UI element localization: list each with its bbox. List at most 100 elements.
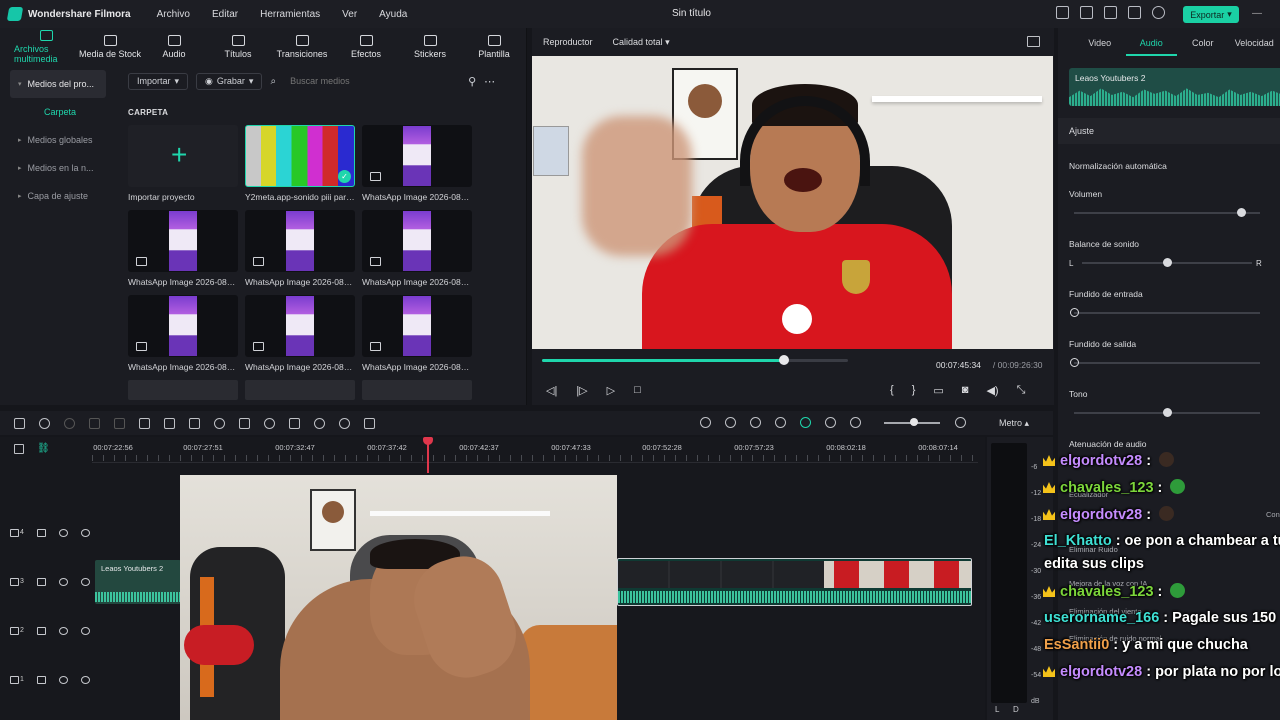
speaker-icon[interactable]	[58, 627, 68, 635]
section-ajuste[interactable]: Ajuste	[1058, 118, 1280, 144]
stabilize-icon[interactable]	[239, 417, 250, 429]
eye-icon[interactable]	[80, 578, 90, 586]
save-icon[interactable]	[1080, 6, 1093, 19]
time-ruler[interactable]: 00:07:22:56 00:07:27:51 00:07:32:47 00:07:3…	[92, 437, 978, 463]
prev-frame-icon[interactable]: ◁|	[546, 384, 557, 397]
tab-video[interactable]: Video	[1074, 38, 1126, 48]
media-item[interactable]: WhatsApp Image 2026-08-0...	[128, 210, 238, 291]
tab-stock[interactable]: Media de Stock	[78, 28, 142, 66]
fade-in-knob[interactable]	[1070, 308, 1079, 317]
layout-icon[interactable]	[1056, 6, 1069, 19]
render-icon[interactable]	[700, 417, 711, 428]
quality-select[interactable]: Calidad total ▾	[613, 37, 670, 48]
tab-color[interactable]: Color	[1177, 38, 1229, 48]
audio-clip[interactable]: Leaos Youtubers 2	[95, 560, 181, 604]
balance-slider[interactable]	[1082, 258, 1252, 267]
fit-icon[interactable]	[289, 417, 300, 429]
menu-herramientas[interactable]: Herramientas	[260, 9, 320, 20]
undo-icon[interactable]	[39, 417, 50, 429]
pitch-slider[interactable]	[1074, 408, 1260, 417]
stop-icon[interactable]: □	[634, 384, 641, 397]
pitch-knob[interactable]	[1163, 408, 1172, 417]
fullscreen-icon[interactable]: ⤡	[1017, 384, 1026, 397]
search-input[interactable]	[290, 76, 461, 86]
video-preview[interactable]	[532, 56, 1053, 349]
menu-editar[interactable]: Editar	[212, 9, 238, 20]
mask-icon[interactable]	[314, 417, 325, 429]
metro-dropdown[interactable]: Metro ▴	[999, 418, 1029, 429]
folder-icon[interactable]	[36, 578, 46, 586]
track-type-icon[interactable]	[10, 578, 19, 586]
cloud-icon[interactable]	[1104, 6, 1117, 19]
track-type-icon[interactable]	[10, 676, 19, 684]
playhead[interactable]	[423, 437, 433, 473]
track-type-icon[interactable]	[10, 627, 19, 635]
avatar[interactable]	[1152, 6, 1165, 19]
tab-folder[interactable]: Archivos multimedia	[14, 28, 78, 66]
select-icon[interactable]	[139, 417, 150, 429]
progress-knob[interactable]	[778, 355, 789, 365]
zoom-knob[interactable]	[910, 418, 918, 426]
add-track-icon[interactable]	[14, 444, 24, 454]
folder-icon[interactable]	[36, 627, 46, 635]
tab-music[interactable]: Audio	[142, 28, 206, 66]
volume-icon[interactable]: ◀)	[986, 384, 998, 397]
tab-effects[interactable]: Efectos	[334, 28, 398, 66]
tab-sticker[interactable]: Stickers	[398, 28, 462, 66]
sidebar-item[interactable]: ▾ Medios del pro...	[10, 70, 106, 98]
speaker-icon[interactable]	[58, 676, 68, 684]
minimize-icon[interactable]: —	[1252, 8, 1262, 19]
eye-icon[interactable]	[80, 627, 90, 635]
zoom-slider[interactable]	[884, 418, 940, 426]
mic-icon[interactable]	[750, 417, 761, 428]
menu-ver[interactable]: Ver	[342, 9, 357, 20]
pip-icon[interactable]	[825, 417, 836, 428]
folder-icon[interactable]	[36, 676, 46, 684]
timer-icon[interactable]	[264, 417, 275, 429]
split-icon[interactable]	[364, 417, 375, 429]
media-item[interactable]: WhatsApp Image 2026-08-0...	[128, 295, 238, 376]
link-icon[interactable]: ⛓	[37, 443, 50, 454]
snapshot-icon[interactable]	[1027, 36, 1040, 47]
tab-audio[interactable]: Audio	[1125, 38, 1177, 56]
media-thumb[interactable]	[362, 380, 472, 400]
fade-out-slider[interactable]	[1070, 358, 1260, 367]
speaker-icon[interactable]	[58, 578, 68, 586]
eye-icon[interactable]	[80, 676, 90, 684]
next-frame-icon[interactable]: |▷	[576, 384, 587, 397]
track-type-icon[interactable]	[10, 529, 19, 537]
media-item[interactable]: WhatsApp Image 2026-08-0...	[362, 125, 472, 206]
filter-icon[interactable]: ⚲	[468, 75, 476, 88]
media-item[interactable]: ✓ Y2meta.app-sonido piii para...	[245, 125, 355, 206]
snap-icon[interactable]	[800, 417, 811, 428]
camera-icon[interactable]: ◙	[962, 384, 969, 397]
tab-transition[interactable]: Transiciones	[270, 28, 334, 66]
import-button[interactable]: Importar ▾	[128, 72, 189, 90]
tab-template[interactable]: Plantilla	[462, 28, 526, 66]
mark-in-icon[interactable]: {	[890, 384, 894, 397]
volume-knob[interactable]	[1237, 208, 1247, 217]
tab-velocidad[interactable]: Velocidad	[1229, 38, 1280, 48]
ai-icon[interactable]	[339, 417, 350, 429]
sidebar-item[interactable]: ▸ Medios en la n...	[10, 154, 106, 182]
zoom-in-icon[interactable]	[955, 417, 966, 428]
redo-icon[interactable]	[64, 417, 75, 429]
fade-in-slider[interactable]	[1070, 308, 1260, 317]
playback-progress[interactable]	[542, 355, 848, 365]
folder-icon[interactable]	[36, 529, 46, 537]
menu-archivo[interactable]: Archivo	[157, 9, 190, 20]
grid-icon[interactable]	[1128, 6, 1141, 19]
record-button[interactable]: ◉ Grabar ▾	[196, 72, 263, 90]
balance-knob[interactable]	[1163, 258, 1172, 267]
media-item[interactable]: WhatsApp Image 2026-08-0...	[362, 295, 472, 376]
zoom-out-icon[interactable]	[850, 417, 861, 428]
delete-icon[interactable]	[89, 417, 100, 429]
fade-out-knob[interactable]	[1070, 358, 1079, 367]
play-icon[interactable]: ▷	[607, 384, 615, 397]
media-item[interactable]: WhatsApp Image 2026-08-0...	[245, 295, 355, 376]
sidebar-item[interactable]: ▸ Medios globales	[10, 126, 106, 154]
qr-thumb[interactable]	[128, 380, 238, 400]
export-button[interactable]: Exportar ▾	[1183, 6, 1239, 23]
media-thumb[interactable]	[245, 380, 355, 400]
mark-out-icon[interactable]: }	[912, 384, 916, 397]
